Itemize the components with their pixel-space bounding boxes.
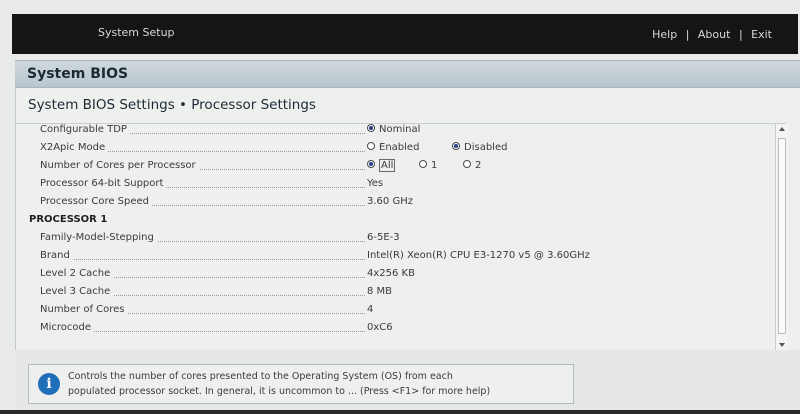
help-area: i Controls the number of cores presented… [15, 350, 800, 414]
processor-group-header: PROCESSOR 1 [29, 214, 108, 225]
help-line: populated processor socket. In general, … [68, 386, 491, 397]
radio-option-enabled[interactable]: Enabled [367, 142, 419, 153]
settings-panel: System BIOS Settings • Processor Setting… [15, 88, 800, 350]
info-label: Number of Cores [40, 304, 128, 315]
setting-row-cores-per-processor[interactable]: Number of Cores per Processor All 1 2 [16, 158, 776, 175]
section-title: System BIOS Settings • Processor Setting… [28, 97, 316, 113]
info-label: Level 3 Cache [40, 286, 114, 297]
about-link[interactable]: About [698, 28, 731, 41]
setting-label: Number of Cores per Processor [40, 160, 199, 171]
setting-row-64bit-support: Processor 64-bit Support Yes [16, 176, 776, 193]
menu-separator: | [685, 28, 690, 41]
radio-unselected-icon [367, 142, 375, 150]
info-value: 4x256 KB [367, 268, 415, 279]
page-header: System BIOS [15, 60, 800, 88]
info-value: Intel(R) Xeon(R) CPU E3-1270 v5 @ 3.60GH… [367, 250, 590, 261]
info-row-level-3-cache: Level 3 Cache 8 MB [16, 284, 776, 301]
scroll-up-arrow-icon[interactable] [779, 127, 785, 131]
scroll-down-arrow-icon[interactable] [779, 343, 785, 347]
radio-selected-icon [452, 142, 460, 150]
info-row-family-model-stepping: Family-Model-Stepping 6-5E-3 [16, 230, 776, 247]
help-text: Controls the number of cores presented t… [68, 369, 568, 399]
radio-option-disabled[interactable]: Disabled [452, 142, 507, 153]
app-title: System Setup [98, 26, 175, 39]
top-bar: System Setup Help | About | Exit [12, 14, 798, 54]
menu-separator: | [738, 28, 743, 41]
help-box: i Controls the number of cores presented… [28, 364, 574, 404]
radio-option-2[interactable]: 2 [463, 160, 481, 171]
info-row-microcode: Microcode 0xC6 [16, 320, 776, 337]
info-row-number-of-cores: Number of Cores 4 [16, 302, 776, 319]
help-line: Controls the number of cores presented t… [68, 371, 453, 382]
info-value: 8 MB [367, 286, 393, 297]
info-label: Microcode [40, 322, 95, 333]
info-value: 4 [367, 304, 374, 315]
radio-selected-icon [367, 124, 375, 132]
info-label: Family-Model-Stepping [40, 232, 157, 243]
setting-label: Processor Core Speed [40, 196, 153, 207]
setting-row-core-speed: Processor Core Speed 3.60 GHz [16, 194, 776, 211]
info-row-brand: Brand Intel(R) Xeon(R) CPU E3-1270 v5 @ … [16, 248, 776, 265]
leader-dots [40, 259, 365, 260]
radio-option-1[interactable]: 1 [419, 160, 437, 171]
vertical-scrollbar[interactable] [775, 124, 788, 350]
info-value: 6-5E-3 [367, 232, 400, 243]
help-link[interactable]: Help [652, 28, 677, 41]
radio-selected-icon [367, 160, 375, 168]
screen-bezel [0, 410, 800, 414]
setting-row-x2apic-mode[interactable]: X2Apic Mode Enabled Disabled [16, 140, 776, 157]
info-value: 0xC6 [367, 322, 393, 333]
info-icon: i [38, 373, 60, 395]
setting-label: X2Apic Mode [40, 142, 109, 153]
top-menu: Help | About | Exit [652, 28, 772, 41]
exit-link[interactable]: Exit [751, 28, 772, 41]
radio-unselected-icon [463, 160, 471, 168]
radio-option-all[interactable]: All [367, 159, 396, 172]
info-label: Brand [40, 250, 73, 261]
page-title: System BIOS [27, 66, 129, 82]
setting-label: Processor 64-bit Support [40, 178, 167, 189]
setting-row-configurable-tdp[interactable]: Configurable TDP Nominal [16, 122, 776, 139]
setting-label: Configurable TDP [40, 124, 130, 135]
scrollbar-thumb[interactable] [778, 138, 786, 334]
info-label: Level 2 Cache [40, 268, 114, 279]
bios-screen: System Setup Help | About | Exit System … [0, 0, 800, 414]
setting-value: 3.60 GHz [367, 196, 413, 207]
radio-unselected-icon [419, 160, 427, 168]
radio-option-nominal[interactable]: Nominal [367, 124, 420, 135]
info-row-level-2-cache: Level 2 Cache 4x256 KB [16, 266, 776, 283]
setting-value: Yes [367, 178, 384, 189]
